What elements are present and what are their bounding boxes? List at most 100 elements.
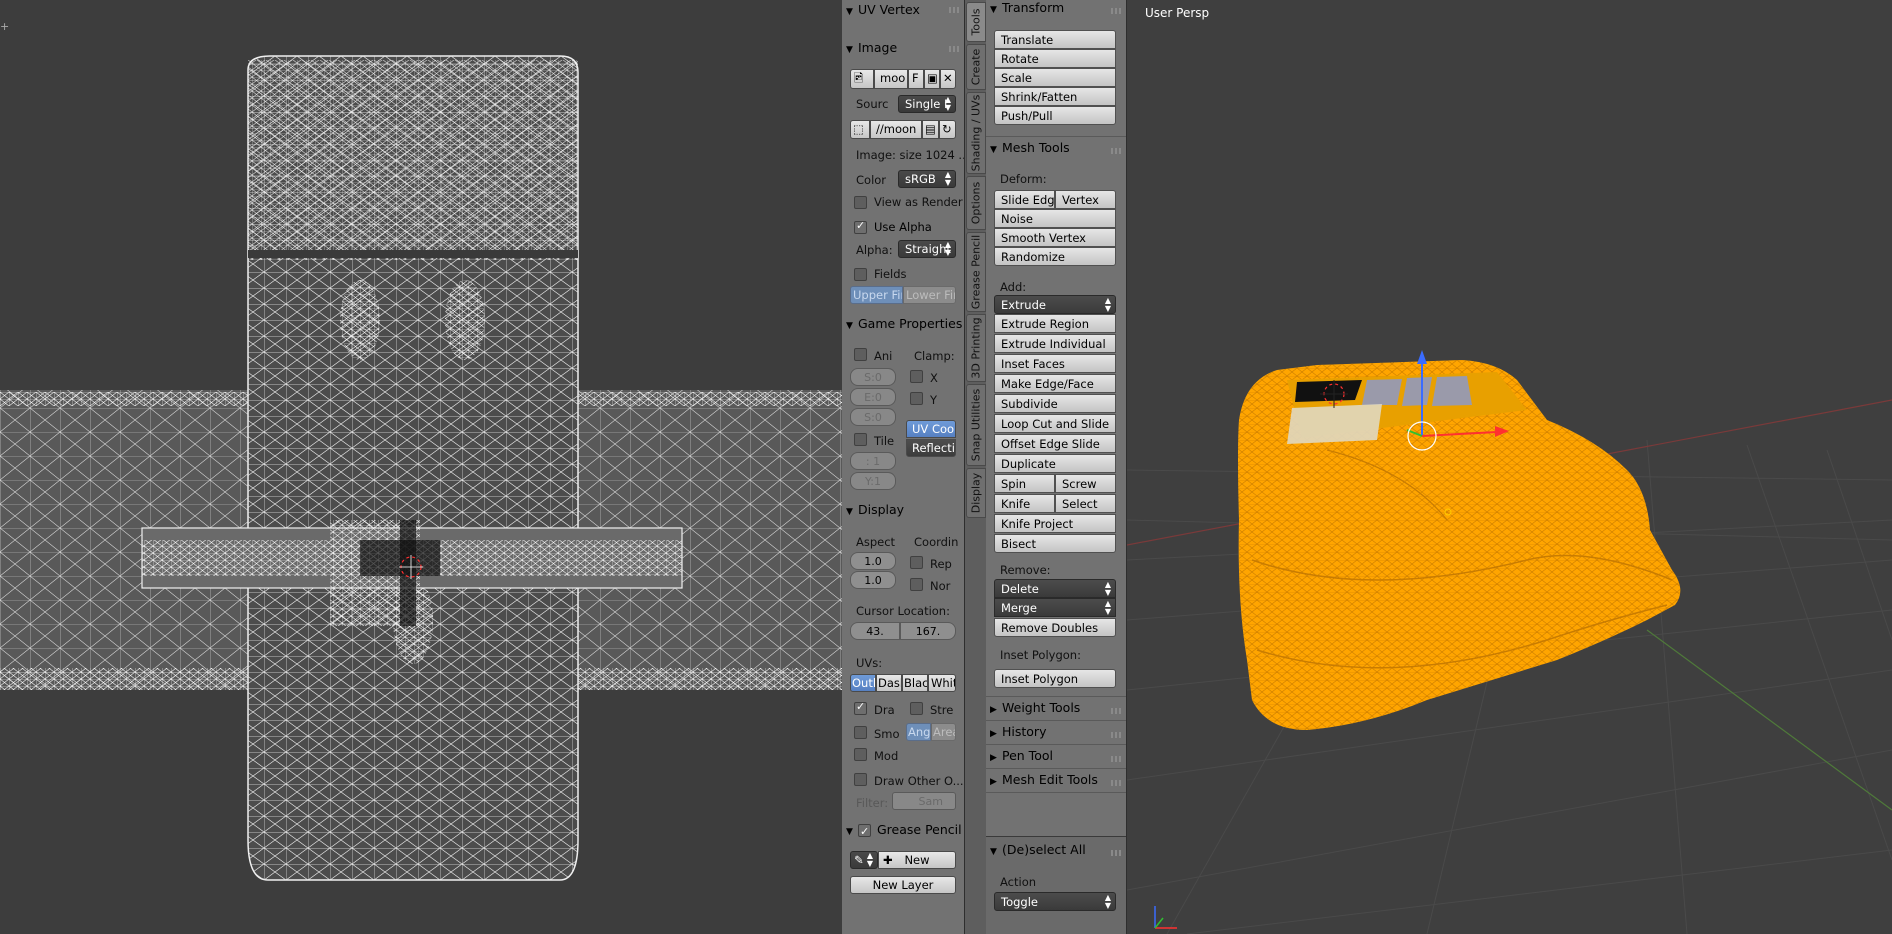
area-corner-icon[interactable]: + [0, 20, 9, 33]
tab-tools[interactable]: Tools [966, 2, 986, 42]
fake-user-button[interactable]: F [908, 69, 924, 89]
panel-header-game-properties[interactable]: ▼ Game Properties [846, 314, 962, 334]
aspect-x-field[interactable]: 1.0 [850, 552, 896, 570]
color-space-dropdown[interactable]: sRGB ▲ ▼ [898, 170, 956, 188]
grease-pencil-checkbox[interactable] [858, 822, 871, 842]
translate-button[interactable]: Translate [994, 30, 1116, 49]
filepath-field[interactable]: //moon [870, 120, 922, 139]
clamp-y-checkbox[interactable] [910, 392, 923, 405]
drag-grip-icon[interactable] [1111, 8, 1121, 14]
uv-black-button[interactable]: Blac [902, 674, 928, 692]
slide-vertex-button[interactable]: Vertex [1055, 190, 1116, 209]
animated-checkbox[interactable] [854, 348, 867, 361]
tile-y-field[interactable]: Y:1 [850, 472, 896, 490]
panel-header-mesh-tools[interactable]: ▼ Mesh Tools [990, 138, 1070, 158]
panel-header-display[interactable]: ▼ Display [846, 500, 904, 520]
screw-button[interactable]: Screw [1055, 474, 1116, 493]
panel-header-weight-tools[interactable]: ▶ Weight Tools [990, 698, 1080, 718]
uv-editor-canvas[interactable]: + [0, 0, 842, 934]
unlink-image-icon[interactable]: ✕ [940, 69, 956, 89]
inset-polygon-button[interactable]: Inset Polygon [994, 669, 1116, 688]
rotate-button[interactable]: Rotate [994, 49, 1116, 68]
make-edge-face-button[interactable]: Make Edge/Face [994, 374, 1116, 393]
car-mesh[interactable] [1238, 360, 1681, 730]
panel-header-grease-pencil[interactable]: ▼ Grease Pencil [846, 820, 962, 842]
remove-doubles-button[interactable]: Remove Doubles [994, 618, 1116, 637]
smooth-vertex-button[interactable]: Smooth Vertex [994, 228, 1116, 247]
drag-grip-icon[interactable] [1111, 708, 1121, 714]
drag-grip-icon[interactable] [949, 46, 959, 52]
filter-dropdown[interactable]: Sam [892, 792, 956, 810]
draw-faces-checkbox[interactable] [854, 700, 867, 715]
normalized-checkbox[interactable] [910, 578, 923, 591]
anim-speed-field[interactable]: S:0 [850, 408, 896, 426]
bisect-button[interactable]: Bisect [994, 534, 1116, 553]
panel-header-uv-vertex[interactable]: ▼ UV Vertex [846, 0, 920, 20]
drag-grip-icon[interactable] [1111, 850, 1121, 856]
panel-header-pen-tool[interactable]: ▶ Pen Tool [990, 746, 1053, 766]
stretch-checkbox[interactable] [910, 702, 923, 715]
shrink-fatten-button[interactable]: Shrink/Fatten [994, 87, 1116, 106]
view-as-render-checkbox[interactable] [854, 196, 867, 209]
drag-grip-icon[interactable] [1111, 756, 1121, 762]
inset-faces-button[interactable]: Inset Faces [994, 354, 1116, 373]
tab-shading-uvs[interactable]: Shading / UVs [966, 92, 986, 174]
source-dropdown[interactable]: Single I ▲ ▼ [898, 95, 956, 113]
new-image-icon[interactable]: ▣ [924, 69, 940, 89]
uv-outline-button[interactable]: Outl [850, 674, 876, 692]
pack-image-icon[interactable]: ⬚ [850, 120, 870, 139]
subdivide-button[interactable]: Subdivide [994, 394, 1116, 413]
clamp-x-checkbox[interactable] [910, 370, 923, 383]
tab-snap-utilities[interactable]: Snap Utilities [966, 384, 986, 466]
offset-edge-slide-button[interactable]: Offset Edge Slide [994, 434, 1116, 453]
noise-button[interactable]: Noise [994, 209, 1116, 228]
use-alpha-checkbox[interactable] [854, 219, 867, 234]
action-dropdown[interactable]: Toggle ▲ ▼ [994, 892, 1116, 911]
reflection-button[interactable]: Reflecti [906, 439, 956, 457]
anim-end-field[interactable]: E:0 [850, 388, 896, 406]
upper-first-button[interactable]: Upper Firs [850, 286, 903, 304]
tab-create[interactable]: Create [966, 44, 986, 90]
draw-other-objects-checkbox[interactable] [854, 773, 867, 786]
drag-grip-icon[interactable] [1111, 780, 1121, 786]
anim-start-field[interactable]: S:0 [850, 368, 896, 386]
loop-cut-slide-button[interactable]: Loop Cut and Slide [994, 414, 1116, 433]
randomize-button[interactable]: Randomize [994, 247, 1116, 266]
tiles-checkbox[interactable] [854, 433, 867, 446]
file-browse-icon[interactable]: ▤ [922, 120, 939, 139]
extrude-dropdown[interactable]: Extrude ▲ ▼ [994, 295, 1116, 314]
merge-dropdown[interactable]: Merge ▲ ▼ [994, 598, 1116, 617]
new-grease-pencil-button[interactable]: ✚ New [878, 851, 956, 869]
alpha-mode-dropdown[interactable]: Straight ▲ ▼ [898, 240, 956, 258]
tab-options[interactable]: Options [966, 176, 986, 230]
modified-checkbox[interactable] [854, 748, 867, 761]
uv-white-button[interactable]: Whit [928, 674, 956, 692]
tab-grease-pencil[interactable]: Grease Pencil [966, 232, 986, 312]
slide-edge-button[interactable]: Slide Edge [994, 190, 1055, 209]
knife-select-button[interactable]: Select [1055, 494, 1116, 513]
grease-pencil-browse-icon[interactable]: ✎ ▲ ▼ [850, 851, 878, 869]
tab-display[interactable]: Display [966, 468, 986, 518]
uv-coordinates-button[interactable]: UV Coo [906, 420, 956, 438]
3d-viewport[interactable]: User Persp [1127, 0, 1892, 934]
duplicate-button[interactable]: Duplicate [994, 454, 1116, 473]
cursor-y-field[interactable]: 167. [900, 622, 956, 640]
delete-dropdown[interactable]: Delete ▲ ▼ [994, 579, 1116, 598]
tile-x-field[interactable]: : 1 [850, 452, 896, 470]
tab-3d-printing[interactable]: 3D Printing [966, 314, 986, 382]
drag-grip-icon[interactable] [1111, 148, 1121, 154]
knife-project-button[interactable]: Knife Project [994, 514, 1116, 533]
fields-checkbox[interactable] [854, 268, 867, 281]
angle-button[interactable]: Angl [906, 723, 931, 741]
panel-header-image[interactable]: ▼ Image [846, 38, 897, 58]
new-layer-button[interactable]: New Layer [850, 876, 956, 894]
cursor-x-field[interactable]: 43. [850, 622, 900, 640]
repeat-checkbox[interactable] [910, 556, 923, 569]
reload-icon[interactable]: ↻ [939, 120, 956, 139]
uv-dash-button[interactable]: Dash [876, 674, 902, 692]
aspect-y-field[interactable]: 1.0 [850, 571, 896, 589]
drag-grip-icon[interactable] [1111, 732, 1121, 738]
extrude-individual-button[interactable]: Extrude Individual [994, 334, 1116, 353]
panel-header-history[interactable]: ▶ History [990, 722, 1046, 742]
image-name-field[interactable]: moo [874, 69, 908, 89]
